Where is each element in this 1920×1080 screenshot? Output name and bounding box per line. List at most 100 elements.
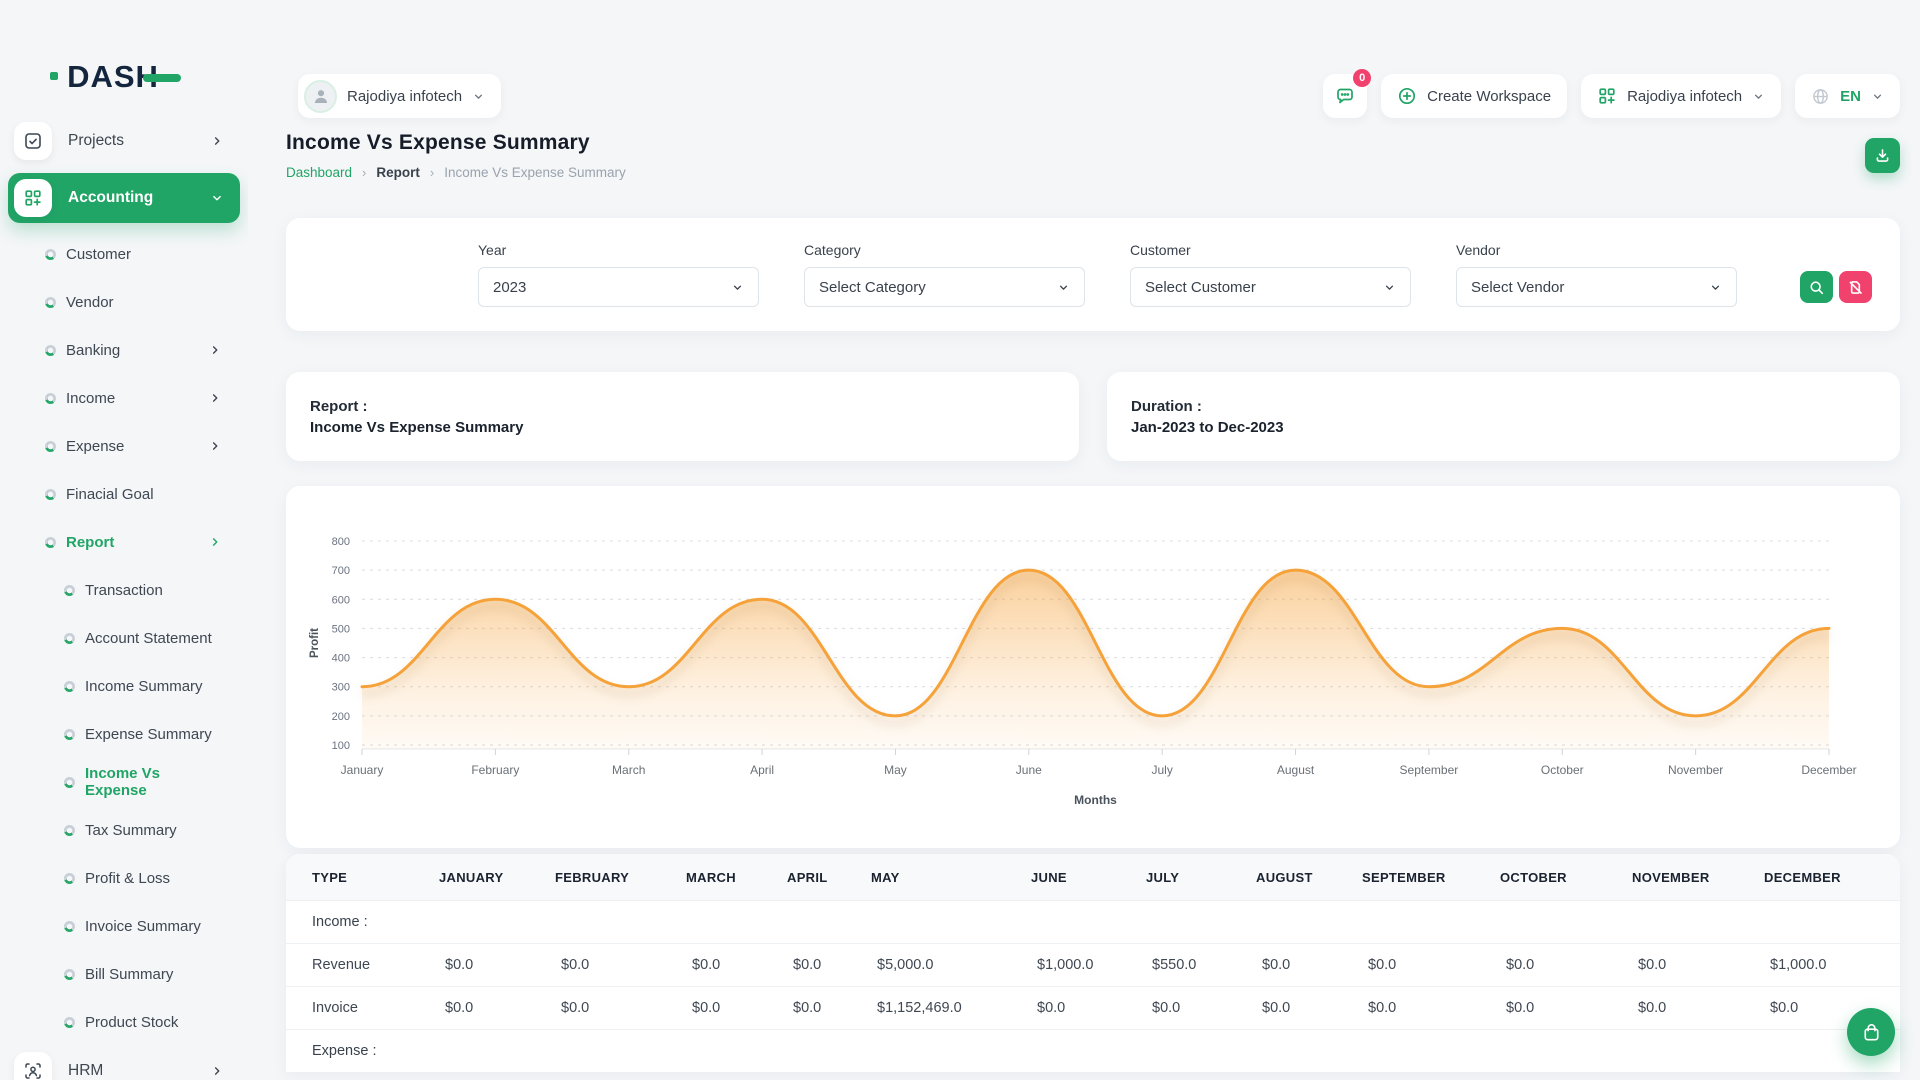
sidebar-item-transaction[interactable]: Transaction <box>0 566 248 614</box>
table-cell: $0.0 <box>439 944 555 987</box>
sidebar-item-hrm[interactable]: HRM <box>8 1046 240 1080</box>
sidebar-item-bill-summary[interactable]: Bill Summary <box>0 950 248 998</box>
chat-bubble-icon <box>1335 86 1355 106</box>
sidebar-item-invoice-summary[interactable]: Invoice Summary <box>0 902 248 950</box>
sidebar-item-income[interactable]: Income <box>0 374 248 422</box>
y-axis-title: Profit <box>309 628 321 658</box>
workspace-selector-label: Rajodiya infotech <box>347 88 462 105</box>
sidebar-item-expense[interactable]: Expense <box>0 422 248 470</box>
page-header: Income Vs Expense Summary Dashboard › Re… <box>286 131 1900 180</box>
bullet-icon <box>45 393 56 404</box>
sidebar-item-label: Account Statement <box>85 630 212 647</box>
breadcrumb-report[interactable]: Report <box>376 165 420 180</box>
table-row-invoice: Invoice $0.0 $0.0 $0.0 $0.0 $1,152,469.0… <box>286 987 1900 1030</box>
table-cell: $550.0 <box>1146 944 1256 987</box>
x-tick-label: January <box>341 763 384 777</box>
table-cell: $0.0 <box>555 944 686 987</box>
cart-fab-button[interactable] <box>1847 1008 1895 1056</box>
sidebar-item-expense-summary[interactable]: Expense Summary <box>0 710 248 758</box>
row-type: Invoice <box>286 987 439 1030</box>
sidebar-item-finacial-goal[interactable]: Finacial Goal <box>0 470 248 518</box>
y-tick-label: 700 <box>332 565 350 577</box>
table-cell: $1,000.0 <box>1764 944 1900 987</box>
sidebar-item-banking[interactable]: Banking <box>0 326 248 374</box>
chevron-down-icon <box>210 191 224 205</box>
bullet-icon <box>45 441 56 452</box>
create-workspace-label: Create Workspace <box>1427 88 1551 105</box>
x-tick-label: March <box>612 763 645 777</box>
column-header: DECEMBER <box>1764 854 1900 901</box>
y-tick-label: 500 <box>332 623 350 635</box>
reset-filter-button[interactable] <box>1839 271 1872 303</box>
bullet-icon <box>64 825 75 836</box>
bullet-icon <box>64 1017 75 1028</box>
sidebar-item-accounting[interactable]: Accounting <box>8 173 240 223</box>
chevron-down-icon <box>1709 281 1722 294</box>
sidebar-item-label: Banking <box>66 342 120 359</box>
bullet-icon <box>64 921 75 932</box>
sidebar-item-income-vs-expense[interactable]: Income Vs Expense <box>0 758 248 806</box>
x-tick-label: April <box>750 763 774 777</box>
table-cell: $0.0 <box>1256 987 1362 1030</box>
year-select[interactable]: 2023 <box>478 267 759 307</box>
vendor-select[interactable]: Select Vendor <box>1456 267 1737 307</box>
chevron-right-icon <box>210 134 224 148</box>
chevron-right-icon <box>210 1064 224 1078</box>
download-button[interactable] <box>1865 138 1900 173</box>
income-expense-table: TYPE JANUARY FEBRUARY MARCH APRIL MAY JU… <box>286 854 1900 1072</box>
table-cell: $1,152,469.0 <box>871 987 1031 1030</box>
bullet-icon <box>45 489 56 500</box>
bullet-icon <box>64 633 75 644</box>
shopping-bag-icon <box>1860 1021 1883 1044</box>
breadcrumb-dashboard[interactable]: Dashboard <box>286 165 352 180</box>
row-type: Revenue <box>286 944 439 987</box>
sidebar-item-projects[interactable]: Projects <box>8 116 240 166</box>
table-cell: $0.0 <box>1500 987 1632 1030</box>
globe-icon <box>1811 87 1830 106</box>
table-cell: $0.0 <box>439 987 555 1030</box>
bullet-icon <box>45 345 56 356</box>
workspace-menu[interactable]: Rajodiya infotech <box>1581 74 1781 118</box>
brand-logo[interactable]: DASH <box>0 54 248 98</box>
year-label: Year <box>478 242 759 258</box>
table-cell: $0.0 <box>1362 944 1500 987</box>
table-cell: $1,000.0 <box>1031 944 1146 987</box>
sidebar-item-label: Projects <box>68 132 124 150</box>
breadcrumb-separator: › <box>430 165 434 180</box>
chevron-right-icon <box>208 439 222 453</box>
bullet-icon <box>64 585 75 596</box>
category-label: Category <box>804 242 1085 258</box>
table-header: TYPE JANUARY FEBRUARY MARCH APRIL MAY JU… <box>286 854 1900 901</box>
y-tick-label: 300 <box>332 682 350 694</box>
sidebar-item-vendor[interactable]: Vendor <box>0 278 248 326</box>
apply-filter-button[interactable] <box>1800 271 1833 303</box>
sidebar-item-report[interactable]: Report <box>0 518 248 566</box>
sidebar-item-label: Income Summary <box>85 678 203 695</box>
table-cell: $5,000.0 <box>871 944 1031 987</box>
sidebar-item-customer[interactable]: Customer <box>0 230 248 278</box>
customer-select[interactable]: Select Customer <box>1130 267 1411 307</box>
sidebar-item-label: Tax Summary <box>85 822 177 839</box>
profit-chart: 100200300400500600700800JanuaryFebruaryM… <box>286 486 1900 848</box>
column-header: MAY <box>871 854 1031 901</box>
grid-plus-icon <box>14 179 52 217</box>
user-scan-icon <box>14 1052 52 1080</box>
x-tick-label: September <box>1400 763 1459 777</box>
column-header: FEBRUARY <box>555 854 686 901</box>
sidebar-item-profit-loss[interactable]: Profit & Loss <box>0 854 248 902</box>
messages-button[interactable]: 0 <box>1323 74 1367 118</box>
bullet-icon <box>45 297 56 308</box>
topbar-actions: 0 Create Workspace Rajodiya infotech EN <box>1323 74 1900 118</box>
language-selector[interactable]: EN <box>1795 74 1900 118</box>
create-workspace-button[interactable]: Create Workspace <box>1381 74 1567 118</box>
sidebar-item-income-summary[interactable]: Income Summary <box>0 662 248 710</box>
y-tick-label: 600 <box>332 594 350 606</box>
workspace-selector[interactable]: Rajodiya infotech <box>298 74 501 118</box>
sidebar-item-tax-summary[interactable]: Tax Summary <box>0 806 248 854</box>
sidebar-item-account-statement[interactable]: Account Statement <box>0 614 248 662</box>
grid-plus-icon <box>1597 86 1617 106</box>
category-select[interactable]: Select Category <box>804 267 1085 307</box>
plus-circle-icon <box>1397 86 1417 106</box>
sidebar-item-product-stock[interactable]: Product Stock <box>0 998 248 1046</box>
duration-card-title: Duration : <box>1131 398 1876 415</box>
